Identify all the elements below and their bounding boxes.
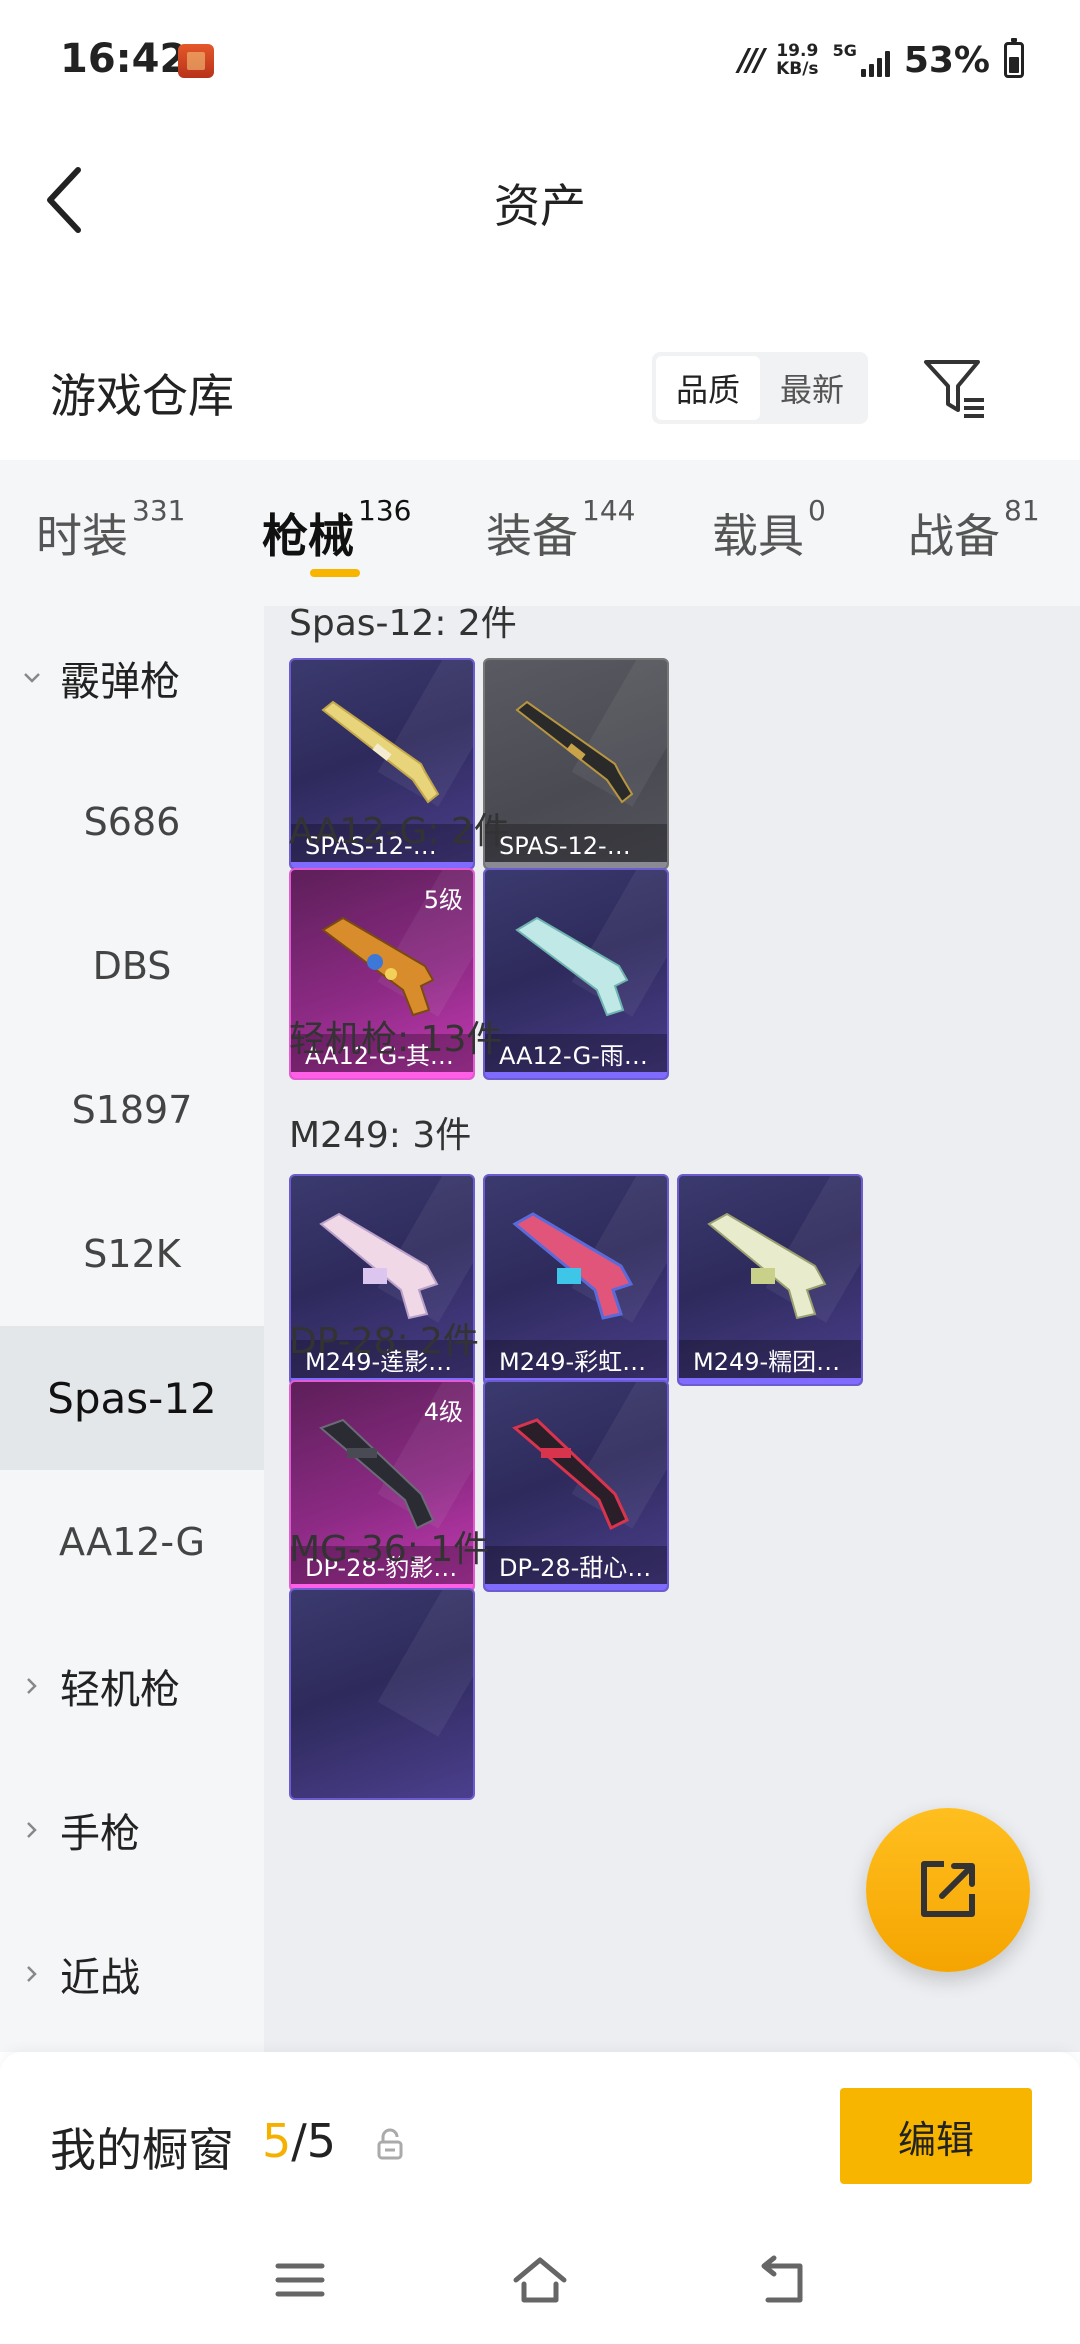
share-icon (921, 1861, 975, 1917)
home-icon (513, 2257, 567, 2303)
showcase-total: 5 (306, 2114, 337, 2168)
shotgun-icon (321, 700, 440, 804)
back-icon (761, 2255, 803, 2303)
tab-count: 81 (1004, 494, 1040, 527)
tab-firearms[interactable]: 枪械 136 (262, 494, 411, 566)
sidebar-item-label: 手枪 (60, 1811, 140, 1857)
signal-icon: 5G (833, 43, 890, 77)
sidebar-item-dbs[interactable]: DBS (0, 894, 264, 1038)
nav-back-button[interactable] (752, 2250, 812, 2310)
tab-label: 装备 (486, 509, 578, 563)
showcase-separator: / (291, 2114, 307, 2168)
page-title: 资产 (494, 179, 586, 233)
sidebar-item-s686[interactable]: S686 (0, 750, 264, 894)
tab-fashion[interactable]: 时装 331 (36, 494, 185, 566)
sidebar-group-lmg[interactable]: 轻机枪 (0, 1614, 264, 1758)
nav-menu-button[interactable] (270, 2250, 330, 2310)
sidebar-group-pistol[interactable]: 手枪 (0, 1758, 264, 1902)
nav-home-button[interactable] (510, 2250, 570, 2310)
menu-icon (275, 2263, 325, 2297)
status-time: 16:42 (60, 36, 188, 82)
tab-label: 时装 (36, 509, 128, 563)
tab-count: 0 (808, 494, 826, 527)
battery-percent: 53% (903, 39, 990, 81)
section-title-spas12: Spas-12: 2件 (289, 606, 517, 644)
sidebar-item-label: 霰弹枪 (60, 659, 180, 705)
sidebar-group-shotgun[interactable]: 霰弹枪 (0, 606, 264, 750)
sidebar-item-label: 轻机枪 (60, 1667, 180, 1713)
sidebar-item-aa12g[interactable]: AA12-G (0, 1470, 264, 1614)
lock-icon (377, 2128, 403, 2160)
section-title-lmg: 轻机枪: 13件 (289, 1019, 503, 1060)
tab-vehicles[interactable]: 载具 0 (712, 494, 826, 566)
showcase-label: 我的橱窗 (50, 2123, 234, 2177)
tab-count: 136 (358, 494, 412, 527)
tab-supplies[interactable]: 战备 81 (908, 494, 1040, 566)
weapon-category-sidebar: 霰弹枪 S686 DBS S1897 S12K Spas-12 AA12-G 轻… (0, 606, 264, 2052)
sidebar-group-melee[interactable]: 近战 (0, 1902, 264, 2046)
section-title-dp28: DP-28: 2件 (289, 1321, 479, 1362)
tab-count: 331 (132, 494, 186, 527)
tab-label: 战备 (908, 509, 1000, 563)
title-bar: 资产 (0, 120, 1080, 270)
tab-label: 载具 (712, 509, 804, 563)
machine-gun-icon (512, 1418, 629, 1531)
item-card[interactable]: M249-彩虹… (483, 1174, 669, 1386)
section-title-mg36: MG-36: 1件 (289, 1529, 490, 1570)
sidebar-item-s12k[interactable]: S12K (0, 1182, 264, 1326)
chevron-right-icon (27, 1822, 37, 1838)
filter-icon (924, 360, 984, 418)
sort-option-latest[interactable]: 最新 (760, 356, 864, 420)
item-card[interactable]: AA12-G-雨… (483, 868, 669, 1080)
showcase-current: 5 (262, 2114, 292, 2168)
machine-gun-icon (707, 1212, 827, 1320)
net-speed-value: 19.9 (776, 41, 819, 61)
net-speed-unit: KB/s (776, 59, 819, 79)
network-type: 5G (832, 41, 857, 60)
status-bar: 16:42 /// 19.9 KB/s 5G 53% (0, 0, 1080, 120)
chevron-right-icon (27, 1678, 37, 1694)
status-indicators: /// 19.9 KB/s 5G 53% (738, 38, 1024, 82)
chevron-down-icon (24, 673, 40, 683)
tab-equipment[interactable]: 装备 144 (486, 494, 635, 566)
sidebar-item-spas12[interactable]: Spas-12 (0, 1326, 264, 1470)
showcase-count: 5/5 (262, 2114, 336, 2168)
machine-gun-icon (512, 1212, 634, 1320)
share-button[interactable] (866, 1808, 1030, 1972)
sort-option-quality[interactable]: 品质 (656, 356, 760, 420)
item-card[interactable]: SPAS-12-乌… (483, 658, 669, 870)
rifle-icon (515, 916, 629, 1017)
tab-label: 枪械 (262, 509, 354, 563)
chevron-right-icon (27, 1966, 37, 1982)
section-title-m249: M249: 3件 (289, 1115, 472, 1156)
sidebar-item-label: 近战 (60, 1955, 140, 2001)
item-card[interactable]: DP-28-甜心… (483, 1380, 669, 1592)
system-nav-bar (0, 2230, 1080, 2344)
item-card[interactable] (289, 1588, 475, 1800)
sort-toggle: 品质 最新 (652, 352, 868, 424)
tab-count: 144 (582, 494, 636, 527)
battery-icon (1004, 38, 1024, 78)
edit-button[interactable]: 编辑 (840, 2088, 1032, 2184)
filter-button[interactable] (920, 354, 990, 424)
section-title-aa12g: AA12-G: 2件 (289, 811, 510, 852)
carrier-logo-icon: /// (738, 42, 765, 78)
active-tab-indicator (310, 569, 360, 577)
warehouse-header: 游戏仓库 品质 最新 (0, 340, 1080, 460)
warehouse-title: 游戏仓库 (50, 369, 234, 423)
category-tabs: 时装 331 枪械 136 装备 144 载具 0 战备 81 (0, 460, 1080, 606)
sidebar-item-s1897[interactable]: S1897 (0, 1038, 264, 1182)
game-notification-icon (178, 44, 214, 78)
net-speed: 19.9 KB/s (776, 42, 818, 78)
item-card[interactable]: M249-糯团… (677, 1174, 863, 1386)
shotgun-icon (515, 700, 634, 804)
